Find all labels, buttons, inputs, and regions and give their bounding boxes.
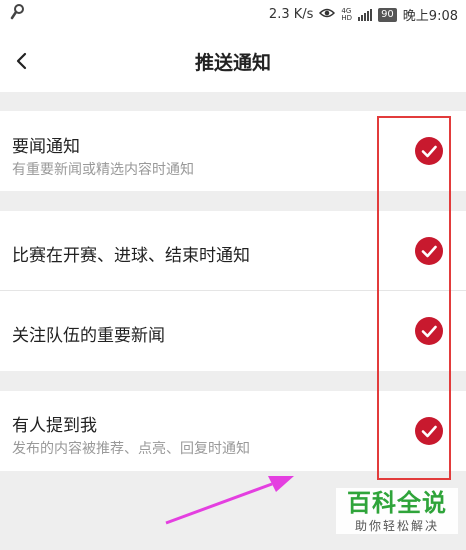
setting-title: 有人提到我	[12, 416, 97, 436]
network-speed: 2.3 K/s	[268, 7, 314, 22]
watermark-subtitle: 助你轻松解决	[354, 519, 439, 533]
battery-icon: 90	[378, 7, 397, 22]
setting-subtitle: 发布的内容被推荐、点亮、回复时通知	[12, 441, 250, 457]
nav-bar: 推送通知	[0, 30, 466, 92]
setting-subtitle: 有重要新闻或精选内容时通知	[12, 162, 194, 178]
status-indicators: 2.3 K/s 4G HD 90 晚上9:08	[269, 5, 458, 24]
page-title: 推送通知	[194, 52, 271, 74]
network-type: 4G HD	[341, 6, 353, 22]
status-bar: 2.3 K/s 4G HD 90 晚上9:08	[0, 0, 466, 30]
setting-title: 关注队伍的重要新闻	[12, 326, 165, 346]
watermark-title: 百科全说	[347, 489, 447, 517]
eye-icon	[319, 7, 336, 23]
watermark: 百科全说 助你轻松解决	[336, 488, 458, 534]
wrench-icon	[10, 4, 24, 24]
setting-title: 比赛在开赛、进球、结束时通知	[12, 246, 250, 266]
clock: 晚上9:08	[402, 9, 458, 24]
highlight-box	[377, 116, 451, 480]
signal-icon	[358, 8, 373, 21]
setting-title: 要闻通知	[12, 137, 80, 157]
